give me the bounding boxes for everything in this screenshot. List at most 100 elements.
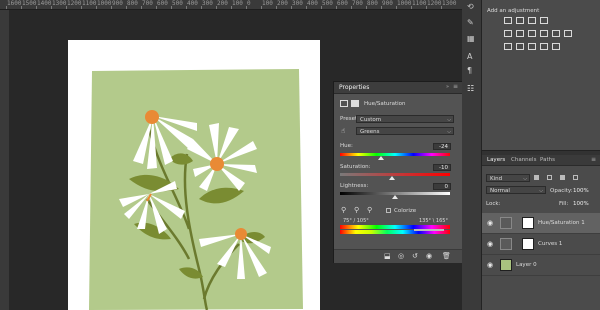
adjustment-filter-icon[interactable] bbox=[546, 175, 552, 180]
chevron-down-icon: ⌵ bbox=[447, 117, 451, 123]
layer-mask-thumbnail[interactable] bbox=[522, 217, 534, 229]
flower-center-bottom bbox=[235, 228, 247, 240]
levels-icon[interactable] bbox=[516, 17, 524, 24]
panel-menu-icon[interactable]: ≡ bbox=[453, 83, 458, 90]
ruler-tick-label: 600 bbox=[337, 0, 348, 7]
trash-icon[interactable]: 🗑 bbox=[442, 252, 451, 260]
channel-select[interactable]: Greens ⌵ bbox=[356, 127, 454, 135]
view-previous-state-icon[interactable]: ◎ bbox=[398, 252, 404, 260]
eyedropper-minus-icon[interactable]: ⚲ bbox=[367, 206, 372, 214]
ruler-tick-label: 1100 bbox=[82, 0, 97, 7]
ruler-tick-label: 100 bbox=[262, 0, 273, 7]
type-filter-icon[interactable] bbox=[559, 175, 565, 180]
fill-label: Fill: bbox=[559, 201, 569, 207]
eye-icon[interactable]: ◉ bbox=[487, 261, 493, 269]
lightness-value-field[interactable]: 0 bbox=[433, 183, 451, 190]
layer-name: Hue/Saturation 1 bbox=[538, 220, 585, 226]
brush-icon[interactable]: ✎ bbox=[467, 18, 474, 27]
ruler-tick bbox=[351, 6, 352, 9]
properties-panel: Properties » ≡ Hue/Saturation Preset: Cu… bbox=[333, 81, 463, 263]
colorize-checkbox[interactable] bbox=[386, 208, 391, 213]
ruler-tick bbox=[261, 6, 262, 9]
ruler-tick-label: 800 bbox=[367, 0, 378, 7]
preset-select-value: Custom bbox=[360, 117, 382, 123]
threshold-icon[interactable] bbox=[528, 43, 536, 50]
hue-saturation-icon[interactable] bbox=[516, 30, 524, 37]
channel-mixer-icon[interactable] bbox=[564, 30, 572, 37]
eyedropper-plus-icon[interactable]: ⚲ bbox=[354, 206, 359, 214]
blend-mode-select[interactable]: Normal ⌵ bbox=[486, 186, 546, 194]
preset-select[interactable]: Custom ⌵ bbox=[356, 115, 454, 123]
opacity-value[interactable]: 100% bbox=[573, 188, 589, 194]
clip-to-layer-icon[interactable]: ⬓ bbox=[384, 252, 391, 260]
flower-artwork bbox=[89, 69, 303, 310]
selective-color-icon[interactable] bbox=[552, 43, 560, 50]
properties-header: Properties » ≡ bbox=[334, 82, 462, 94]
ruler-tick-label: 1000 bbox=[97, 0, 112, 7]
ruler-tick bbox=[141, 6, 142, 9]
eye-icon[interactable]: ◉ bbox=[487, 240, 493, 248]
saturation-slider-track[interactable] bbox=[340, 173, 450, 176]
layer-filter-select[interactable]: Kind ⌵ bbox=[486, 174, 530, 182]
layer-row[interactable]: ◉ Layer 0 bbox=[482, 255, 600, 276]
panel-menu-icon[interactable]: ≡ bbox=[591, 156, 596, 163]
ruler-tick bbox=[126, 6, 127, 9]
shape-filter-icon[interactable] bbox=[572, 175, 578, 180]
ruler-tick bbox=[336, 6, 337, 9]
paragraph-icon[interactable]: ¶ bbox=[467, 66, 472, 75]
collapse-icon[interactable]: » bbox=[446, 84, 449, 90]
layer-name: Curves 1 bbox=[538, 241, 563, 247]
posterize-icon[interactable] bbox=[516, 43, 524, 50]
saturation-slider-thumb[interactable] bbox=[389, 176, 395, 180]
photo-filter-icon[interactable] bbox=[552, 30, 560, 37]
brightness-contrast-icon[interactable] bbox=[504, 17, 512, 24]
lightness-label: Lightness: bbox=[340, 183, 369, 189]
properties-tab[interactable]: Properties bbox=[336, 84, 372, 91]
tab-paths[interactable]: Paths bbox=[540, 157, 555, 163]
exposure-icon[interactable] bbox=[540, 17, 548, 24]
ruler-tick bbox=[276, 6, 277, 9]
hue-slider-thumb[interactable] bbox=[378, 156, 384, 160]
eyedropper-icon[interactable]: ⚲ bbox=[341, 206, 346, 214]
adjustments-panel: Add an adjustment bbox=[482, 0, 600, 151]
layer-mask-thumbnail[interactable] bbox=[522, 238, 534, 250]
targeted-adjustment-hand-icon[interactable]: ☝ bbox=[341, 127, 345, 135]
ruler-tick bbox=[396, 6, 397, 9]
color-balance-icon[interactable] bbox=[528, 30, 536, 37]
pixel-filter-icon[interactable] bbox=[534, 175, 539, 180]
vibrance-icon[interactable] bbox=[504, 30, 512, 37]
channel-select-value: Greens bbox=[360, 129, 380, 135]
panel-icon-strip: ⟲ ✎ ▦ A ¶ ☷ bbox=[462, 0, 482, 310]
black-white-icon[interactable] bbox=[540, 30, 548, 37]
ruler-tick bbox=[411, 6, 412, 9]
ruler-tick bbox=[381, 6, 382, 9]
hue-slider-track[interactable] bbox=[340, 153, 450, 156]
range-selector[interactable] bbox=[414, 229, 444, 231]
visibility-icon[interactable]: ◉ bbox=[426, 252, 432, 260]
properties-panel-icon[interactable]: ☷ bbox=[467, 84, 474, 93]
ruler-tick-label: 1100 bbox=[412, 0, 427, 7]
fill-value[interactable]: 100% bbox=[573, 201, 589, 207]
saturation-value-field[interactable]: -10 bbox=[433, 164, 451, 171]
layer-row[interactable]: ◉ Hue/Saturation 1 bbox=[482, 213, 600, 234]
lock-label: Lock: bbox=[486, 201, 501, 207]
tab-layers[interactable]: Layers bbox=[487, 157, 505, 163]
gradient-map-icon[interactable] bbox=[540, 43, 548, 50]
invert-icon[interactable] bbox=[504, 43, 512, 50]
eye-icon[interactable]: ◉ bbox=[487, 219, 493, 227]
swatches-icon[interactable]: ▦ bbox=[467, 34, 475, 43]
adjustment-type-label: Hue/Saturation bbox=[364, 101, 406, 107]
curves-icon[interactable] bbox=[528, 17, 536, 24]
hue-label: Hue: bbox=[340, 143, 353, 149]
horizontal-ruler: 1600 1500 1400 1300 1200 1100 1000 900 800 700 600… bbox=[0, 0, 462, 10]
lightness-slider-thumb[interactable] bbox=[392, 195, 398, 199]
layers-panel-tabs: Layers Channels Paths ≡ bbox=[482, 155, 600, 166]
character-icon[interactable]: A bbox=[467, 52, 472, 61]
hue-value-field[interactable]: -24 bbox=[433, 143, 451, 150]
tab-channels[interactable]: Channels bbox=[511, 157, 536, 163]
layer-mask-icon[interactable] bbox=[351, 100, 359, 107]
history-icon[interactable]: ⟲ bbox=[467, 2, 474, 11]
layer-row[interactable]: ◉ Curves 1 bbox=[482, 234, 600, 255]
ruler-tick-label: 300 bbox=[292, 0, 303, 7]
reset-icon[interactable]: ↺ bbox=[412, 252, 418, 260]
